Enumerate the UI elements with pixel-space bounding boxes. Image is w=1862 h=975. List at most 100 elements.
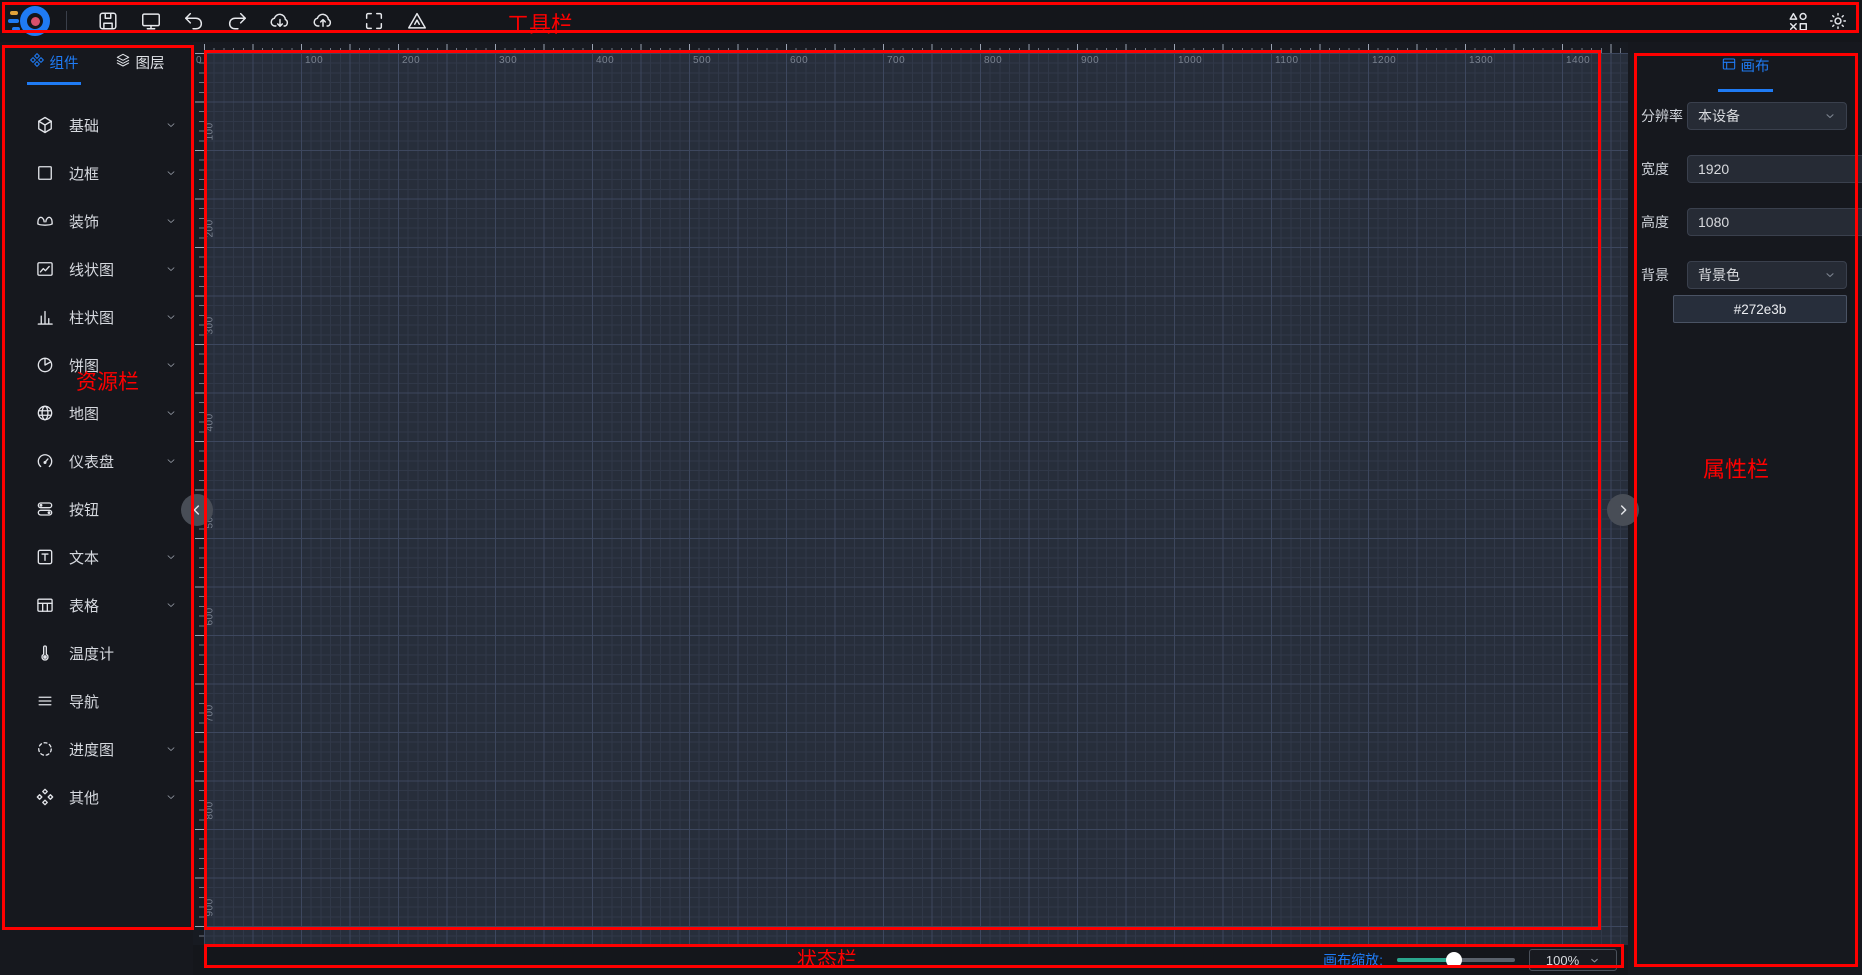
sidebar-item-map[interactable]: 地图	[0, 389, 193, 437]
sidebar-item-decoration[interactable]: 装饰	[0, 197, 193, 245]
upload-cloud-icon	[312, 10, 334, 32]
toolbar-divider	[66, 11, 67, 31]
undo-button[interactable]	[182, 9, 206, 33]
sidebar-item-gauge[interactable]: 仪表盘	[0, 437, 193, 485]
border-icon	[35, 163, 55, 183]
tab-layers[interactable]: 图层	[113, 42, 167, 85]
ruler-top-label: 1000	[1178, 55, 1202, 66]
redo-button[interactable]	[225, 9, 249, 33]
sidebar-tabs: 组件 图层	[0, 42, 193, 85]
collapse-left-panel-button[interactable]	[181, 494, 213, 526]
sidebar-item-label: 温度计	[69, 643, 114, 664]
height-label: 高度	[1641, 212, 1687, 232]
sidebar-item-basic[interactable]: 基础	[0, 101, 193, 149]
warning-button[interactable]	[405, 9, 429, 33]
sidebar-item-label: 仪表盘	[69, 451, 114, 472]
sidebar-item-other[interactable]: 其他	[0, 773, 193, 821]
ruler-top-label: 500	[693, 55, 711, 66]
theme-sun-icon	[1827, 10, 1849, 32]
sidebar-item-line-chart[interactable]: 线状图	[0, 245, 193, 293]
annotation-property-label: 属性栏	[1703, 452, 1769, 484]
map-icon	[35, 403, 55, 423]
tab-canvas[interactable]: 画布	[1718, 43, 1773, 92]
zoom-slider-thumb[interactable]	[1446, 952, 1462, 968]
sidebar-item-label: 文本	[69, 547, 99, 568]
width-label: 宽度	[1641, 159, 1687, 179]
decoration-icon	[35, 211, 55, 231]
chevron-down-icon	[165, 263, 177, 275]
width-input[interactable]	[1698, 161, 1862, 177]
ruler-top-label: 300	[499, 55, 517, 66]
download-cloud-button[interactable]	[268, 9, 292, 33]
save-button[interactable]	[96, 9, 120, 33]
theme-sun-button[interactable]	[1826, 9, 1850, 33]
warning-icon	[406, 10, 428, 32]
properties-panel: 画布 分辨率 本设备 宽度 − +	[1628, 42, 1862, 975]
chevron-down-icon	[165, 791, 177, 803]
fullscreen-button[interactable]	[362, 9, 386, 33]
sidebar-item-thermometer[interactable]: 温度计	[0, 629, 193, 677]
nav-icon	[35, 691, 55, 711]
line-chart-icon	[35, 259, 55, 279]
sidebar-item-pie-chart[interactable]: 饼图	[0, 341, 193, 389]
components-icon	[29, 52, 45, 72]
sidebar-item-nav[interactable]: 导航	[0, 677, 193, 725]
basic-icon	[35, 115, 55, 135]
gauge-icon	[35, 451, 55, 471]
sidebar-item-border[interactable]: 边框	[0, 149, 193, 197]
background-color-field[interactable]: #272e3b	[1673, 295, 1847, 323]
sidebar-item-text[interactable]: 文本	[0, 533, 193, 581]
chevron-right-icon	[1615, 502, 1631, 518]
upload-cloud-button[interactable]	[311, 9, 335, 33]
sidebar-item-label: 表格	[69, 595, 99, 616]
ruler-top-label: 900	[1081, 55, 1099, 66]
properties-header: 画布	[1628, 42, 1862, 92]
ruler-left-label: 400	[205, 406, 216, 432]
canvas-grid[interactable]	[204, 53, 1633, 945]
sidebar-item-table[interactable]: 表格	[0, 581, 193, 629]
ruler-top-label: 600	[790, 55, 808, 66]
background-label: 背景	[1641, 265, 1687, 285]
redo-icon	[226, 10, 248, 32]
ruler-left-label: 900	[205, 891, 216, 917]
button-icon	[35, 499, 55, 519]
components-shapes-icon	[1787, 10, 1809, 32]
save-icon	[97, 10, 119, 32]
zoom-slider[interactable]	[1397, 952, 1515, 968]
components-shapes-button[interactable]	[1786, 9, 1810, 33]
ruler-top	[204, 42, 1633, 53]
ruler-left-label: 200	[205, 212, 216, 238]
ruler-left-label: 600	[205, 600, 216, 626]
preview-monitor-button[interactable]	[139, 9, 163, 33]
chevron-down-icon	[1824, 269, 1836, 281]
chevron-down-icon	[165, 743, 177, 755]
resource-sidebar: 组件 图层 基础边框装饰线状图柱状图饼图地图仪表盘按钮文本表格温度计导航进度图其…	[0, 42, 193, 975]
sidebar-item-bar-chart[interactable]: 柱状图	[0, 293, 193, 341]
pie-chart-icon	[35, 355, 55, 375]
chevron-down-icon	[165, 551, 177, 563]
chevron-down-icon	[165, 407, 177, 419]
tab-components[interactable]: 组件	[27, 42, 81, 85]
chevron-down-icon	[165, 599, 177, 611]
zoom-percent-value: 100%	[1546, 953, 1579, 968]
tab-canvas-label: 画布	[1741, 55, 1770, 76]
height-input[interactable]	[1698, 214, 1862, 230]
chevron-down-icon	[165, 359, 177, 371]
sidebar-item-label: 基础	[69, 115, 99, 136]
background-row: 背景 背景色	[1641, 261, 1847, 289]
background-type-select[interactable]: 背景色	[1687, 261, 1847, 289]
sidebar-item-progress[interactable]: 进度图	[0, 725, 193, 773]
resolution-select[interactable]: 本设备	[1687, 102, 1847, 130]
height-row: 高度 − +	[1641, 208, 1847, 236]
zoom-percent-select[interactable]: 100%	[1529, 949, 1617, 971]
collapse-right-panel-button[interactable]	[1607, 494, 1639, 526]
tab-layers-label: 图层	[136, 52, 165, 73]
designer-app: 组件 图层 基础边框装饰线状图柱状图饼图地图仪表盘按钮文本表格温度计导航进度图其…	[0, 0, 1862, 975]
ruler-top-label: 200	[402, 55, 420, 66]
chevron-down-icon	[165, 311, 177, 323]
ruler-top-label: 700	[887, 55, 905, 66]
sidebar-item-label: 地图	[69, 403, 99, 424]
sidebar-item-button[interactable]: 按钮	[0, 485, 193, 533]
thermometer-icon	[35, 643, 55, 663]
component-category-list: 基础边框装饰线状图柱状图饼图地图仪表盘按钮文本表格温度计导航进度图其他	[0, 85, 193, 821]
